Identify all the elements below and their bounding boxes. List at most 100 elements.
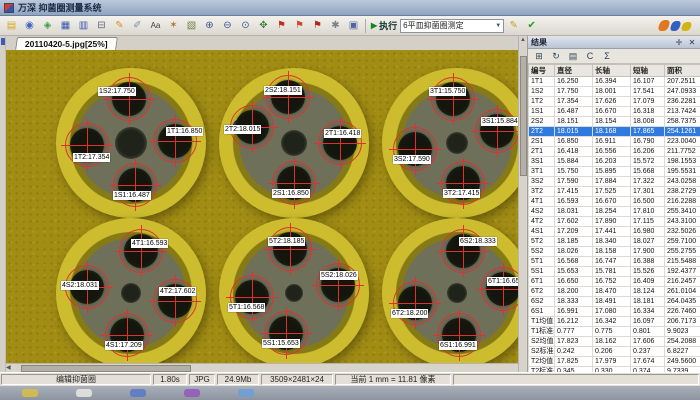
- table-cell[interactable]: 255.3410: [665, 207, 700, 217]
- table-cell[interactable]: 16.487: [555, 107, 593, 117]
- sum-icon[interactable]: Σ: [600, 50, 614, 63]
- table-cell[interactable]: 16.250: [555, 77, 593, 87]
- table-cell[interactable]: S2标准差: [529, 347, 555, 357]
- measurement-label[interactable]: 3S2:17.590: [393, 155, 431, 164]
- table-cell[interactable]: 258.7375: [665, 117, 700, 127]
- monitor-icon[interactable]: ▣: [345, 18, 362, 34]
- table-row[interactable]: 5S218.02618.15817.900255.2755: [529, 247, 700, 257]
- table-cell[interactable]: 4S1: [529, 227, 555, 237]
- table-cell[interactable]: T2均值: [529, 357, 555, 367]
- table-cell[interactable]: 16.418: [555, 147, 593, 157]
- taskbar-item[interactable]: [22, 389, 38, 397]
- table-row[interactable]: S2标准差0.2420.2060.2376.8227: [529, 347, 700, 357]
- table-cell[interactable]: 16.747: [593, 257, 631, 267]
- measurement-label[interactable]: 2S2:18.151: [264, 86, 302, 95]
- table-cell[interactable]: 264.0435: [665, 297, 700, 307]
- measurement-label[interactable]: 4T1:16.593: [131, 239, 168, 248]
- table-row[interactable]: 2T116.41816.55616.206211.7752: [529, 147, 700, 157]
- scroll-left-arrow[interactable]: ◀: [6, 364, 11, 372]
- table-cell[interactable]: 198.1553: [665, 157, 700, 167]
- horizontal-scrollbar[interactable]: ◀: [6, 363, 518, 372]
- table-cell[interactable]: 15.750: [555, 167, 593, 177]
- table-cell[interactable]: 4S2: [529, 207, 555, 217]
- table-cell[interactable]: 18.027: [631, 237, 665, 247]
- table-cell[interactable]: 261.0104: [665, 287, 700, 297]
- taskbar[interactable]: [0, 386, 700, 400]
- table-cell[interactable]: 207.2511: [665, 77, 700, 87]
- save-icon[interactable]: ▦: [57, 18, 74, 34]
- table-cell[interactable]: 232.5026: [665, 227, 700, 237]
- measurement-label[interactable]: 5T2:18.185: [268, 237, 305, 246]
- table-cell[interactable]: 0.775: [593, 327, 631, 337]
- table-cell[interactable]: 223.0040: [665, 137, 700, 147]
- table-cell[interactable]: 4T1: [529, 197, 555, 207]
- table-cell[interactable]: 18.470: [593, 287, 631, 297]
- table-cell[interactable]: 15.526: [631, 267, 665, 277]
- table-cell[interactable]: T1标准差: [529, 327, 555, 337]
- table-cell[interactable]: 3T1: [529, 167, 555, 177]
- table-cell[interactable]: 15.884: [555, 157, 593, 167]
- taskbar-item[interactable]: [130, 389, 146, 397]
- table-cell[interactable]: 15.781: [593, 267, 631, 277]
- table-cell[interactable]: 6T1: [529, 277, 555, 287]
- table-cell[interactable]: 206.7173: [665, 317, 700, 327]
- table-cell[interactable]: 211.7752: [665, 147, 700, 157]
- table-cell[interactable]: 213.7424: [665, 107, 700, 117]
- magic-wand-icon[interactable]: ✶: [165, 18, 182, 34]
- pan-hand-icon[interactable]: ✥: [255, 18, 272, 34]
- measurement-label[interactable]: 5S2:18.026: [320, 271, 358, 280]
- table-cell[interactable]: 16.752: [593, 277, 631, 287]
- table-cell[interactable]: 16.650: [555, 277, 593, 287]
- table-cell[interactable]: 17.890: [593, 217, 631, 227]
- table-row[interactable]: 1S217.75018.00117.541247.0933: [529, 87, 700, 97]
- table-row[interactable]: 2T218.01518.16817.865254.1261: [529, 127, 700, 137]
- horizontal-scroll-thumb[interactable]: [21, 365, 191, 372]
- table-cell[interactable]: 16.097: [631, 317, 665, 327]
- table-cell[interactable]: 16.212: [555, 317, 593, 327]
- taskbar-item[interactable]: [238, 389, 254, 397]
- measurement-label[interactable]: 5S1:15.653: [262, 339, 300, 348]
- measurement-label[interactable]: 1S1:16.487: [113, 191, 151, 200]
- table-row[interactable]: 4T116.59316.67016.500216.2288: [529, 197, 700, 207]
- table-row[interactable]: 3T115.75015.89515.668195.5531: [529, 167, 700, 177]
- table-cell[interactable]: 15.895: [593, 167, 631, 177]
- table-cell[interactable]: 17.626: [593, 97, 631, 107]
- table-cell[interactable]: 18.491: [593, 297, 631, 307]
- table-row[interactable]: T1标准差0.7770.7750.8019.9023: [529, 327, 700, 337]
- table-cell[interactable]: 16.203: [593, 157, 631, 167]
- table-cell[interactable]: 16.409: [631, 277, 665, 287]
- column-header-2[interactable]: 直径: [555, 65, 593, 77]
- table-cell[interactable]: 0.777: [555, 327, 593, 337]
- refresh-icon[interactable]: ↻: [549, 50, 563, 63]
- table-cell[interactable]: 17.525: [593, 187, 631, 197]
- table-cell[interactable]: 18.162: [593, 337, 631, 347]
- preset-dropdown[interactable]: 6平皿抑菌圈测定 ▼: [400, 19, 504, 33]
- table-cell[interactable]: 255.2755: [665, 247, 700, 257]
- table-cell[interactable]: 254.1261: [665, 127, 700, 137]
- table-cell[interactable]: 0.242: [555, 347, 593, 357]
- image-tab[interactable]: 20110420-5.jpg[25%]: [15, 37, 118, 50]
- table-cell[interactable]: 18.015: [555, 127, 593, 137]
- table-cell[interactable]: 1T2: [529, 97, 555, 107]
- table-cell[interactable]: 17.825: [555, 357, 593, 367]
- clear-icon[interactable]: C: [583, 50, 597, 63]
- table-cell[interactable]: 4T2: [529, 217, 555, 227]
- table-cell[interactable]: 6S1: [529, 307, 555, 317]
- table-cell[interactable]: 226.7460: [665, 307, 700, 317]
- zoom-in-icon[interactable]: ⊕: [201, 18, 218, 34]
- table-row[interactable]: T1均值16.21216.34216.097206.7173: [529, 317, 700, 327]
- table-cell[interactable]: 18.124: [631, 287, 665, 297]
- table-cell[interactable]: 17.354: [555, 97, 593, 107]
- table-cell[interactable]: 16.394: [593, 77, 631, 87]
- table-cell[interactable]: 259.7100: [665, 237, 700, 247]
- table-row[interactable]: 3S115.88416.20315.572198.1553: [529, 157, 700, 167]
- table-cell[interactable]: 243.3100: [665, 217, 700, 227]
- table-cell[interactable]: 192.4377: [665, 267, 700, 277]
- table-cell[interactable]: 16.670: [593, 197, 631, 207]
- table-row[interactable]: 4S117.20917.44116.980232.5026: [529, 227, 700, 237]
- measurement-label[interactable]: 2T1:16.418: [324, 129, 361, 138]
- table-cell[interactable]: 236.2281: [665, 97, 700, 107]
- table-cell[interactable]: 17.115: [631, 217, 665, 227]
- table-cell[interactable]: 6S2: [529, 297, 555, 307]
- table-cell[interactable]: 16.670: [593, 107, 631, 117]
